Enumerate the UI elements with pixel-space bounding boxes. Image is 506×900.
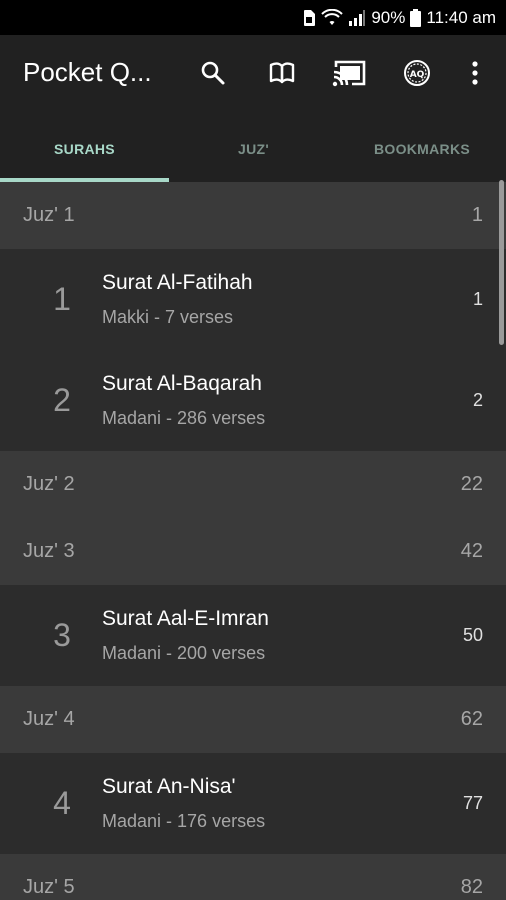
surah-meta: Madani - 286 verses: [102, 408, 266, 428]
surah-name: Surat Aal-E-Imran: [102, 607, 269, 630]
svg-text:AQ: AQ: [410, 70, 425, 80]
battery-percent: 90%: [371, 7, 406, 27]
surah-row[interactable]: 2 Surat Al-Baqarah Madani - 286 verses 2: [0, 350, 506, 451]
surah-page: 77: [462, 793, 483, 813]
juz-label: Juz' 2: [23, 473, 75, 495]
surah-list[interactable]: Juz' 1 1 1 Surat Al-Fatihah Makki - 7 ve…: [0, 182, 506, 900]
surah-row[interactable]: 3 Surat Aal-E-Imran Madani - 200 verses …: [0, 585, 506, 686]
surah-name: Surat An-Nisa': [102, 775, 236, 798]
translate-icon: AQ: [402, 58, 432, 93]
juz-header-row[interactable]: Juz' 4 62: [0, 686, 506, 753]
book-open-icon: [269, 61, 295, 89]
more-vert-icon: [471, 60, 479, 91]
surah-number: 1: [53, 281, 71, 317]
juz-label: Juz' 4: [23, 708, 75, 730]
status-bar: 90% 11:40 am: [0, 0, 506, 35]
app-bar: Pocket Q... AQ: [0, 35, 506, 115]
surah-meta: Makki - 7 verses: [102, 307, 234, 327]
juz-page: 22: [460, 473, 483, 495]
overflow-menu-button[interactable]: [457, 57, 493, 93]
sim-card-icon: [302, 9, 316, 27]
juz-label: Juz' 5: [23, 876, 75, 898]
tab-surahs[interactable]: SURAHS: [0, 115, 169, 182]
tab-bar: SURAHS JUZ' BOOKMARKS: [0, 115, 506, 182]
cast-icon: [332, 59, 368, 92]
juz-header-row[interactable]: Juz' 5 82: [0, 854, 506, 900]
search-button[interactable]: [195, 57, 231, 93]
juz-header-row[interactable]: Juz' 1 1: [0, 182, 506, 249]
battery-icon: [410, 8, 422, 27]
juz-page: 1: [471, 204, 483, 226]
juz-label: Juz' 3: [23, 540, 75, 562]
wifi-icon: [321, 8, 344, 27]
cast-button[interactable]: [330, 57, 370, 93]
surah-number: 3: [53, 617, 71, 653]
tab-bookmarks[interactable]: BOOKMARKS: [338, 115, 506, 182]
scrollbar-thumb[interactable]: [499, 180, 504, 345]
juz-header-row[interactable]: Juz' 3 42: [0, 518, 506, 585]
surah-name: Surat Al-Baqarah: [102, 372, 262, 395]
surah-meta: Madani - 200 verses: [102, 643, 266, 663]
juz-page: 62: [460, 708, 483, 730]
surah-page: 2: [472, 390, 483, 410]
tab-juz[interactable]: JUZ': [169, 115, 338, 182]
surah-meta: Madani - 176 verses: [102, 811, 266, 831]
signal-icon: [348, 9, 366, 27]
search-icon: [200, 60, 226, 91]
surah-row[interactable]: 4 Surat An-Nisa' Madani - 176 verses 77: [0, 753, 506, 854]
app-title: Pocket Q...: [23, 57, 152, 87]
clock: 11:40 am: [426, 7, 496, 27]
surah-number: 2: [53, 382, 71, 418]
juz-page: 82: [460, 876, 483, 898]
surah-page: 1: [472, 289, 483, 309]
surah-row[interactable]: 1 Surat Al-Fatihah Makki - 7 verses 1: [0, 249, 506, 350]
surah-number: 4: [53, 785, 71, 821]
jump-to-page-button[interactable]: [264, 57, 300, 93]
juz-header-row[interactable]: Juz' 2 22: [0, 451, 506, 518]
surah-page: 50: [462, 625, 483, 645]
translation-toggle-button[interactable]: AQ: [399, 57, 435, 93]
surah-name: Surat Al-Fatihah: [102, 271, 253, 294]
juz-page: 42: [460, 540, 483, 562]
juz-label: Juz' 1: [23, 204, 75, 226]
